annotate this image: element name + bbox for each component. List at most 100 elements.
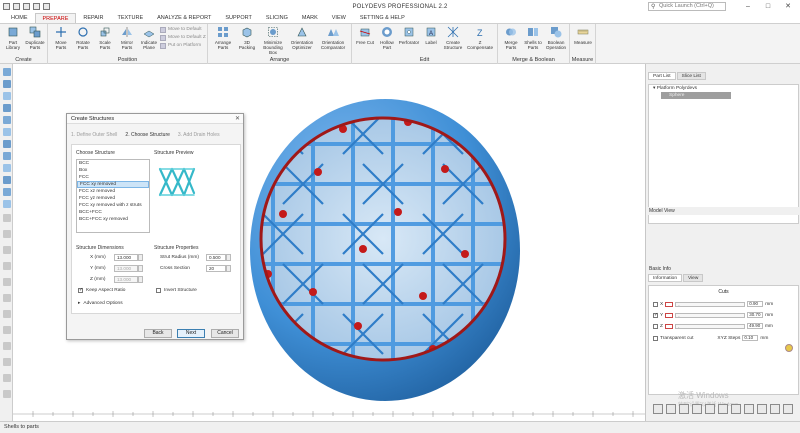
zoom-icon[interactable] <box>3 188 11 196</box>
cut-y-color-swatch[interactable] <box>665 312 674 318</box>
list-item[interactable]: FCC xy removed with z struts <box>77 202 149 209</box>
list-item[interactable]: FCC xz removed <box>77 188 149 195</box>
cut-z-checkbox[interactable] <box>653 323 658 329</box>
view-left-button-icon[interactable] <box>692 404 702 414</box>
create-structure-button[interactable]: Create Structure <box>442 26 464 50</box>
view-back-button-icon[interactable] <box>679 404 689 414</box>
cut-y-checkbox[interactable] <box>653 312 658 318</box>
cut-y-value-input[interactable]: 30.70 <box>747 312 764 318</box>
select-triangle-icon[interactable] <box>3 80 11 88</box>
hollow-part-button[interactable]: Hollow Part <box>376 26 398 50</box>
tab-texture[interactable]: TEXTURE <box>110 13 150 23</box>
lasso-icon[interactable] <box>3 116 11 124</box>
put-on-platform-button[interactable]: Put on Platform <box>160 42 206 50</box>
select-shell-icon[interactable] <box>3 104 11 112</box>
structure-list[interactable]: BCC Box FCC FCC xy removed FCC xz remove… <box>76 159 150 233</box>
measure-tool-icon[interactable] <box>3 214 11 222</box>
view-iso-icon[interactable] <box>3 326 11 334</box>
list-item[interactable]: BCC+FCC <box>77 209 149 216</box>
cut-z-slider[interactable]: - <box>674 323 745 329</box>
orientation-comparator-button[interactable]: Orientation Comparator <box>318 26 348 50</box>
wireframe-icon[interactable] <box>3 342 11 350</box>
cancel-button[interactable]: Cancel <box>211 329 239 338</box>
select-surface-icon[interactable] <box>3 92 11 100</box>
list-item[interactable]: FCC yz removed <box>77 195 149 202</box>
indicate-plane-button[interactable]: Indicate Plane <box>138 26 160 50</box>
quick-launch-input[interactable]: ⚲ Quick Launch (Ctrl+Q) <box>648 2 726 11</box>
list-item-selected[interactable]: FCC xy removed <box>77 181 149 188</box>
strut-radius-spinner[interactable] <box>226 254 231 261</box>
view-front-button-icon[interactable] <box>666 404 676 414</box>
view-top-icon[interactable] <box>3 262 11 270</box>
free-cut-button[interactable]: Free Cut <box>354 26 376 45</box>
tree-node-platform[interactable]: ▾ Platform Polyrdevs <box>649 85 798 92</box>
measure-button[interactable]: Measure <box>572 26 594 45</box>
tree-node-sphere[interactable]: Sphere <box>661 92 731 99</box>
z-compensate-button[interactable]: Z Z Compensate <box>466 26 494 50</box>
brush-icon[interactable] <box>3 128 11 136</box>
screenshot-icon[interactable] <box>3 374 11 382</box>
y-dim-spinner[interactable] <box>138 265 143 272</box>
tab-support[interactable]: SUPPORT <box>218 13 259 23</box>
settings-view-icon[interactable] <box>3 390 11 398</box>
dialog-close-icon[interactable]: ✕ <box>235 114 240 124</box>
cut-x-slider[interactable]: - <box>675 301 746 307</box>
duplicate-parts-button[interactable]: Duplicate Parts <box>24 26 46 50</box>
back-button[interactable]: Back <box>144 329 172 338</box>
cut-z-color-swatch[interactable] <box>664 323 673 329</box>
invert-selection-icon[interactable] <box>3 164 11 172</box>
advanced-options-toggle[interactable]: ▸ Advanced Options <box>78 301 123 306</box>
rotate-parts-button[interactable]: Rotate Parts <box>72 26 94 50</box>
cut-y-slider[interactable]: - <box>675 312 746 318</box>
tab-part-list[interactable]: Part List <box>648 72 676 80</box>
mirror-parts-button[interactable]: Mirror Parts <box>116 26 138 50</box>
list-item[interactable]: Box <box>77 167 149 174</box>
shrink-selection-icon[interactable] <box>3 152 11 160</box>
perforator-button[interactable]: Perforator <box>398 26 420 45</box>
view-left-icon[interactable] <box>3 294 11 302</box>
view-front-icon[interactable] <box>3 230 11 238</box>
tab-information[interactable]: Information <box>648 274 682 282</box>
part-library-button[interactable]: Part Library <box>2 26 24 50</box>
x-dim-spinner[interactable] <box>138 254 143 261</box>
list-item[interactable]: FCC <box>77 174 149 181</box>
transparent-cut-checkbox[interactable] <box>653 335 658 341</box>
view-fit-button-icon[interactable] <box>744 404 754 414</box>
view-top-button-icon[interactable] <box>718 404 728 414</box>
view-bottom-icon[interactable] <box>3 278 11 286</box>
invert-structure-checkbox[interactable] <box>156 288 161 293</box>
view-right-button-icon[interactable] <box>705 404 715 414</box>
tab-mark[interactable]: MARK <box>295 13 325 23</box>
strut-radius-input[interactable]: 0.500 <box>206 254 226 261</box>
move-parts-button[interactable]: Move Parts <box>50 26 72 50</box>
scale-parts-button[interactable]: Scale Parts <box>94 26 116 50</box>
tab-prepare[interactable]: PREPARE <box>34 13 77 23</box>
z-dim-input[interactable]: 13.000 <box>114 276 138 283</box>
view-back-icon[interactable] <box>3 246 11 254</box>
view-iso-button-icon[interactable] <box>653 404 663 414</box>
grow-selection-icon[interactable] <box>3 140 11 148</box>
y-dim-input[interactable]: 13.000 <box>114 265 138 272</box>
shells-to-parts-button[interactable]: Shells to Parts <box>522 26 544 50</box>
x-dim-input[interactable]: 13.000 <box>114 254 138 261</box>
boolean-operation-button[interactable]: Boolean Operation <box>544 26 568 50</box>
view-right-icon[interactable] <box>3 310 11 318</box>
move-to-default-z-button[interactable]: Move to Default Z <box>160 34 206 42</box>
next-button[interactable]: Next <box>177 329 205 338</box>
xyz-steps-input[interactable]: 0.10 <box>742 335 759 341</box>
tab-home[interactable]: HOME <box>4 13 35 23</box>
view-reset-button-icon[interactable] <box>783 404 793 414</box>
shaded-icon[interactable] <box>3 358 11 366</box>
tab-analyze-report[interactable]: ANALYZE & REPORT <box>150 13 218 23</box>
tab-slice-list[interactable]: Slice List <box>676 72 706 80</box>
tab-view-info[interactable]: View <box>683 274 704 282</box>
view-pan-button-icon[interactable] <box>770 404 780 414</box>
label-button[interactable]: A Label <box>420 26 442 45</box>
3d-packing-button[interactable]: 3D Packing <box>236 26 258 50</box>
cut-z-value-input[interactable]: 49.90 <box>746 323 763 329</box>
tab-slicing[interactable]: SLICING <box>259 13 295 23</box>
maximize-icon[interactable]: □ <box>760 0 776 13</box>
tab-setting-help[interactable]: SETTING & HELP <box>353 13 412 23</box>
tab-view[interactable]: VIEW <box>325 13 353 23</box>
cross-section-input[interactable]: 20 <box>206 265 226 272</box>
